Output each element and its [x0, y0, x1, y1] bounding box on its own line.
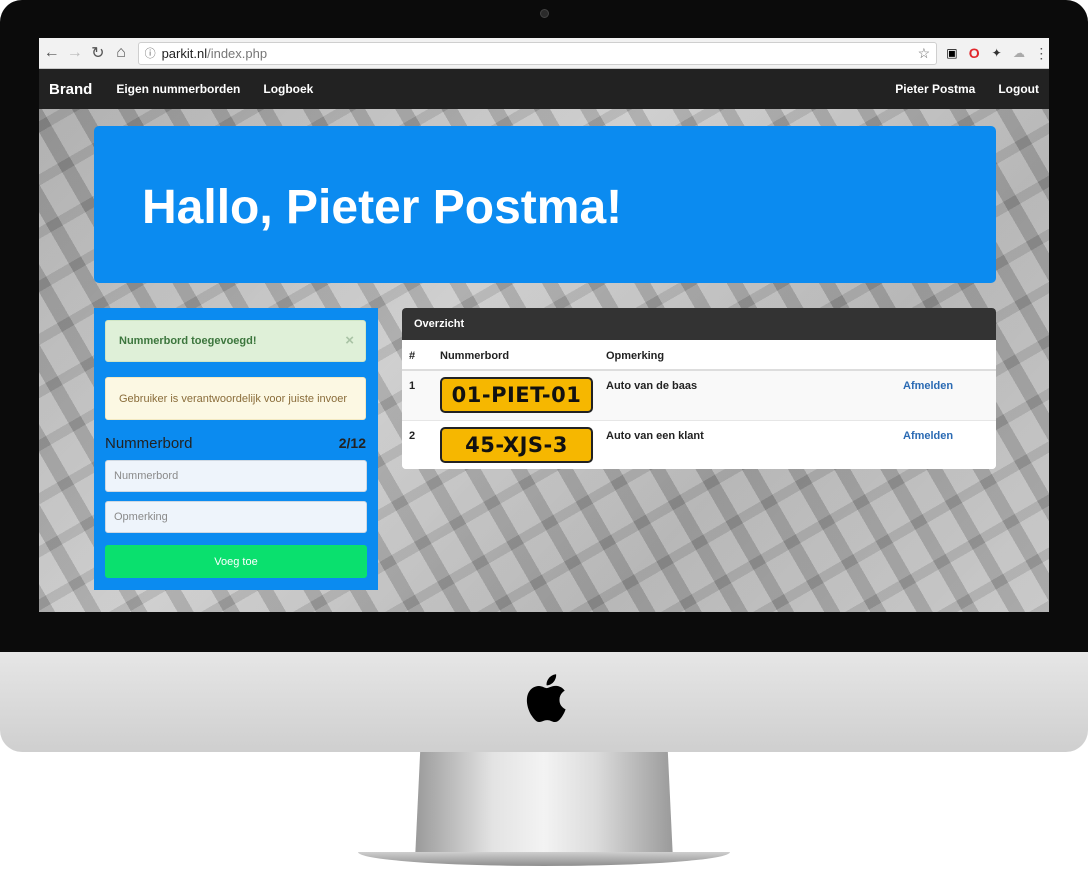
camera — [540, 9, 549, 18]
afmelden-link[interactable]: Afmelden — [903, 430, 953, 442]
browser-toolbar: ← → ↻ ⌂ ⓘ parkit.nl/index.php ☆ ▣ O ✦ ☁ … — [39, 38, 1049, 69]
warning-alert: Gebruiker is verantwoordelijk voor juist… — [105, 377, 366, 420]
monitor-stand-foot — [358, 852, 730, 866]
plate-count: 2/12 — [338, 435, 366, 451]
address-bar[interactable]: ⓘ parkit.nl/index.php ☆ — [137, 41, 938, 65]
success-alert-text: Nummerbord toegevoegd! — [119, 335, 257, 347]
home-icon[interactable]: ⌂ — [110, 42, 131, 64]
info-icon[interactable]: ⓘ — [145, 45, 156, 61]
browser-menu-icon[interactable]: ⋮ — [1034, 45, 1049, 61]
url-path: /index.php — [207, 45, 268, 61]
apple-logo-icon — [526, 674, 566, 723]
license-plate: 45-XJS-3 — [440, 427, 593, 463]
brand-link[interactable]: Brand — [49, 81, 92, 98]
cast-icon[interactable]: ▣ — [944, 45, 959, 61]
screen: ← → ↻ ⌂ ⓘ parkit.nl/index.php ☆ ▣ O ✦ ☁ … — [39, 38, 1049, 612]
warning-alert-text: Gebruiker is verantwoordelijk voor juist… — [119, 392, 348, 405]
overview-title: Overzicht — [402, 308, 996, 340]
table-row: 1 01-PIET-01 Auto van de baas Afmelden — [402, 371, 996, 421]
table-header: # Nummerbord Opmerking — [402, 340, 996, 371]
overview-panel: Overzicht # Nummerbord Opmerking 1 01-PI… — [402, 308, 996, 469]
add-plate-panel: Nummerbord toegevoegd! × Gebruiker is ve… — [94, 308, 378, 590]
navbar: Brand Eigen nummerborden Logboek Pieter … — [39, 69, 1049, 109]
row-num: 2 — [409, 430, 416, 442]
row-note: Auto van een klant — [606, 430, 704, 442]
header-note: Opmerking — [606, 350, 665, 362]
page-title: Hallo, Pieter Postma! — [142, 181, 623, 234]
row-note: Auto van de baas — [606, 380, 698, 392]
header-plate: Nummerbord — [440, 350, 510, 362]
table-row: 2 45-XJS-3 Auto van een klant Afmelden — [402, 421, 996, 469]
back-icon[interactable]: ← — [41, 42, 62, 64]
monitor-stand — [415, 752, 673, 860]
plate-input[interactable]: Nummerbord — [105, 460, 367, 492]
nav-link-eigen-nummerborden[interactable]: Eigen nummerborden — [116, 82, 240, 96]
header-num: # — [409, 350, 416, 362]
close-icon[interactable]: × — [345, 332, 354, 349]
logout-link[interactable]: Logout — [998, 82, 1039, 96]
cloud-icon[interactable]: ☁ — [1011, 45, 1026, 61]
success-alert: Nummerbord toegevoegd! × — [105, 320, 366, 362]
add-plate-button[interactable]: Voeg toe — [105, 545, 367, 578]
afmelden-link[interactable]: Afmelden — [903, 380, 953, 392]
bookmark-star-icon[interactable]: ☆ — [918, 45, 931, 62]
forward-icon[interactable]: → — [64, 42, 85, 64]
url-host: parkit.nl — [161, 45, 208, 61]
opera-icon[interactable]: O — [967, 45, 982, 61]
nav-user-link[interactable]: Pieter Postma — [895, 82, 975, 96]
row-num: 1 — [409, 380, 416, 392]
form-title: Nummerbord — [105, 435, 193, 452]
evernote-icon[interactable]: ✦ — [989, 45, 1004, 61]
note-input[interactable]: Opmerking — [105, 501, 367, 533]
form-header: Nummerbord 2/12 — [105, 435, 366, 452]
license-plate: 01-PIET-01 — [440, 377, 593, 413]
reload-icon[interactable]: ↻ — [87, 42, 108, 64]
nav-link-logboek[interactable]: Logboek — [263, 82, 313, 96]
greeting-banner: Hallo, Pieter Postma! — [94, 126, 996, 283]
